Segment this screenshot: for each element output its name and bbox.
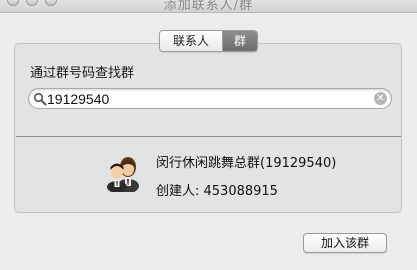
tab-contacts[interactable]: 联系人 (160, 31, 223, 51)
group-avatar-icon (106, 152, 140, 193)
search-field[interactable]: ✕ (28, 88, 392, 109)
join-group-button[interactable]: 加入该群 (303, 233, 387, 253)
tab-group[interactable]: 群 (223, 31, 257, 51)
group-creator: 创建人: 453088915 (156, 184, 278, 199)
clear-search-icon[interactable]: ✕ (374, 92, 387, 105)
search-icon (33, 91, 47, 106)
tab-control: 联系人 群 (159, 30, 258, 52)
title-bar: 添加联系人/群 (0, 0, 417, 13)
section-divider (16, 136, 401, 137)
group-name: 闵行休闲跳舞总群(19129540) (156, 156, 337, 171)
search-input[interactable] (47, 90, 367, 107)
search-label: 通过群号码查找群 (30, 66, 135, 81)
window-title: 添加联系人/群 (163, 0, 254, 13)
